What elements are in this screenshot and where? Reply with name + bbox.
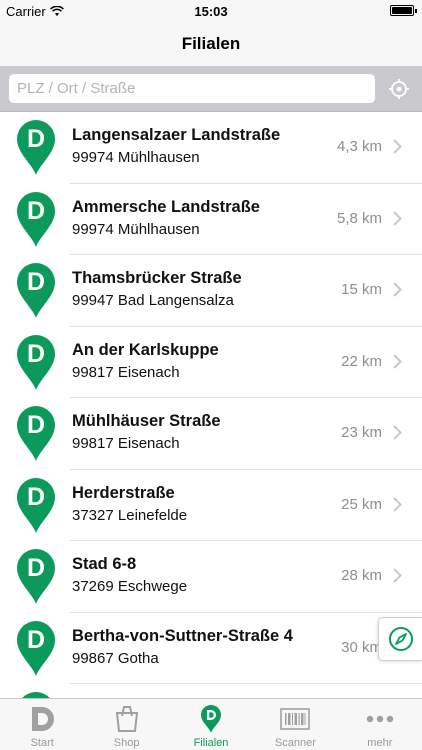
tab-filialen[interactable]: Filialen <box>169 699 253 750</box>
shopping-bag-icon <box>111 703 143 735</box>
tab-shop[interactable]: Shop <box>84 699 168 750</box>
store-street: Thamsbrücker Straße <box>72 269 242 287</box>
store-row[interactable]: D Ammersche Landstraße 99974 Mühlhausen … <box>0 184 422 255</box>
store-distance: 25 km <box>341 495 382 513</box>
store-pin-icon: D <box>17 334 55 390</box>
store-row[interactable]: D Mühlhäuser Straße 99817 Eisenach 23 km <box>0 398 422 470</box>
store-city: 37327 Leinefelde <box>72 506 188 524</box>
store-pin-icon: D <box>17 549 55 604</box>
barcode-icon <box>279 703 311 735</box>
pin-letter: D <box>27 125 45 153</box>
store-city: 99974 Mühlhausen <box>72 149 200 166</box>
store-row[interactable]: D Langensalzaer Landstraße 99974 Mühlhau… <box>0 112 422 184</box>
store-pin-icon: D <box>17 120 55 175</box>
pin-letter: D <box>27 626 45 654</box>
chevron-right-icon <box>393 353 402 369</box>
battery-icon <box>390 5 417 16</box>
store-pin-icon: D <box>17 263 55 318</box>
store-distance: 5,8 km <box>336 209 382 227</box>
status-time: 15:03 <box>194 4 228 19</box>
store-row[interactable]: D Herderstraße 37327 Leinefelde 25 km <box>0 470 422 541</box>
compass-button[interactable] <box>378 617 422 661</box>
store-city: 37269 Eschwege <box>72 578 188 595</box>
store-row[interactable]: D An der Karlskuppe 99817 Eisenach 22 km <box>0 327 422 398</box>
pin-letter: D <box>27 554 45 582</box>
store-street: An der Karlskuppe <box>72 340 219 359</box>
more-dots-icon <box>364 703 396 735</box>
store-pin-icon: D <box>17 406 55 461</box>
chevron-right-icon <box>393 568 402 583</box>
store-distance: 4,3 km <box>336 138 382 155</box>
store-distance: 28 km <box>341 567 382 584</box>
tab-label: Filialen <box>193 737 229 749</box>
search-input[interactable] <box>9 74 375 103</box>
store-street: Langensalzaer Landstraße <box>72 126 281 144</box>
tab-label: mehr <box>367 737 393 749</box>
page-title: Filialen <box>181 34 241 53</box>
store-pin-icon: D <box>17 191 55 247</box>
store-row[interactable]: D Thamsbrücker Straße 99947 Bad Langensa… <box>0 255 422 327</box>
store-distance: 23 km <box>341 424 382 441</box>
store-street: Stad 6-8 <box>72 555 137 573</box>
pin-letter: D <box>27 340 45 368</box>
store-street: Mühlhäuser Straße <box>72 412 221 430</box>
store-pin-icon: D <box>17 477 55 533</box>
store-row[interactable]: D <box>0 684 422 698</box>
store-street: Herderstraße <box>72 483 175 502</box>
compass-icon <box>388 627 413 651</box>
tab-label: Start <box>30 737 54 749</box>
store-street: Bertha-von-Suttner-Straße 4 <box>72 626 293 645</box>
store-row[interactable]: D Bertha-von-Suttner-Straße 4 99867 Goth… <box>0 613 422 684</box>
store-logo-icon <box>26 703 58 735</box>
store-list[interactable]: D Langensalzaer Landstraße 99974 Mühlhau… <box>0 112 422 698</box>
location-pin-icon <box>195 703 227 735</box>
locate-me-icon[interactable] <box>388 78 410 100</box>
store-city: 99947 Bad Langensalza <box>72 292 234 309</box>
store-pin-icon: D <box>22 692 50 698</box>
chevron-right-icon <box>393 210 402 226</box>
store-distance: 15 km <box>341 281 382 298</box>
store-city: 99974 Mühlhausen <box>72 220 200 238</box>
tab-bar: Start Shop Filialen Scanner mehr <box>0 698 422 750</box>
chevron-right-icon <box>393 496 402 512</box>
store-distance: 30 km <box>341 638 382 656</box>
store-row[interactable]: D Stad 6-8 37269 Eschwege 28 km <box>0 541 422 613</box>
tab-label: Scanner <box>274 737 316 749</box>
chevron-right-icon <box>393 282 402 297</box>
navigation-bar: Filialen <box>0 22 422 66</box>
status-bar: Carrier 15:03 <box>0 0 422 22</box>
tab-more[interactable]: mehr <box>338 699 422 750</box>
chevron-right-icon <box>393 139 402 154</box>
chevron-right-icon <box>393 425 402 440</box>
pin-letter: D <box>27 483 45 511</box>
store-city: 99817 Eisenach <box>72 435 180 452</box>
tab-scanner[interactable]: Scanner <box>253 699 337 750</box>
pin-letter: D <box>27 411 45 439</box>
store-pin-icon: D <box>17 620 55 676</box>
store-city: 99867 Gotha <box>72 649 159 667</box>
store-city: 99817 Eisenach <box>72 363 180 381</box>
search-bar <box>0 66 422 112</box>
pin-letter: D <box>27 268 45 296</box>
pin-letter: D <box>27 197 45 225</box>
store-distance: 22 km <box>341 352 382 370</box>
tab-start[interactable]: Start <box>0 699 84 750</box>
store-street: Ammersche Landstraße <box>72 197 260 216</box>
tab-label: Shop <box>113 737 140 749</box>
